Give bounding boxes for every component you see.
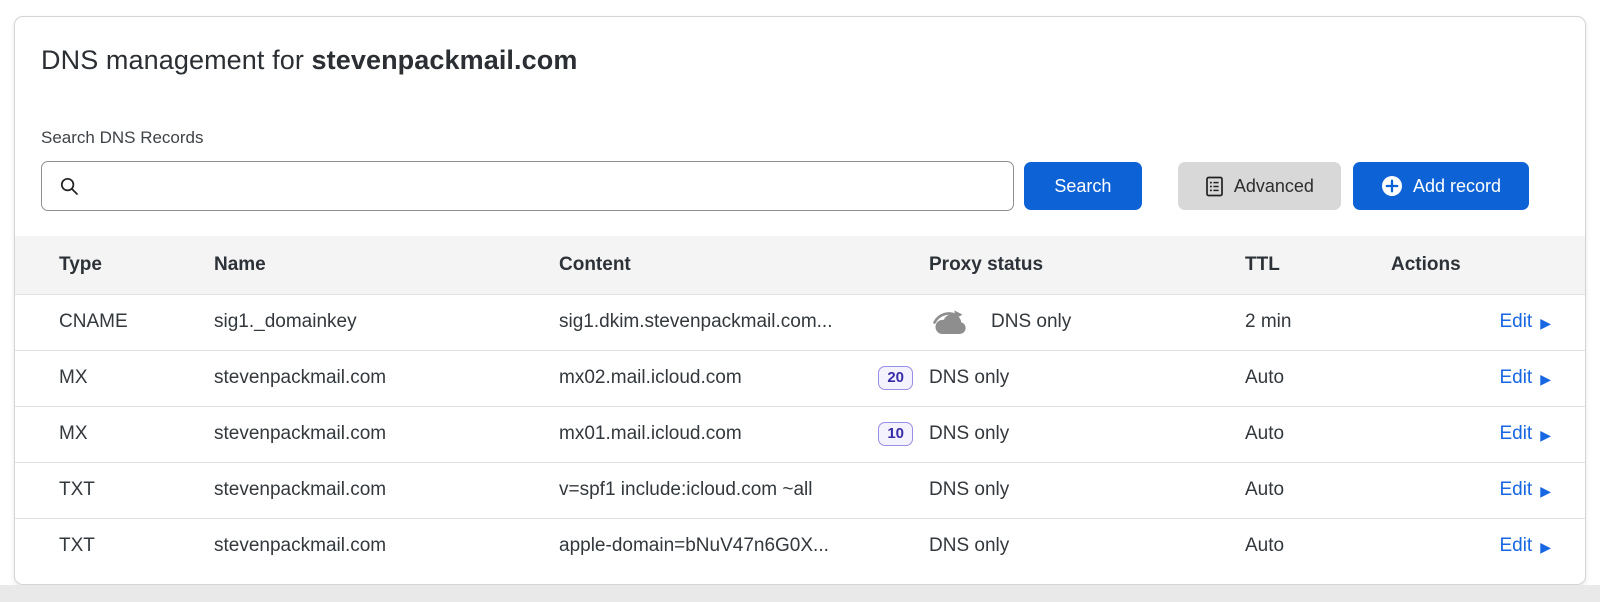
record-proxy-status-cell: DNS only	[929, 350, 1245, 406]
record-content-text: mx01.mail.icloud.com	[559, 423, 742, 445]
edit-caret-icon: ▶	[1540, 484, 1551, 498]
magnifier-icon	[59, 176, 80, 197]
search-toolbar: Search Advanced	[41, 161, 1559, 211]
proxy-status-text: DNS only	[929, 479, 1009, 501]
record-type-cell: CNAME	[15, 294, 214, 350]
plus-circle-icon	[1381, 175, 1403, 197]
record-content-cell: apple-domain=bNuV47n6G0X...	[559, 518, 929, 574]
edit-link-label: Edit	[1499, 423, 1532, 445]
record-actions-cell: Edit ▶	[1391, 518, 1585, 574]
proxy-status-text: DNS only	[991, 311, 1071, 333]
search-input[interactable]	[80, 162, 1013, 210]
record-content-text: apple-domain=bNuV47n6G0X...	[559, 535, 829, 557]
column-header-actions: Actions	[1391, 236, 1585, 294]
record-content-text: v=spf1 include:icloud.com ~all	[559, 479, 812, 501]
record-ttl-cell: Auto	[1245, 406, 1391, 462]
record-content-cell: mx01.mail.icloud.com 10	[559, 406, 929, 462]
record-proxy-status-cell: DNS only	[929, 406, 1245, 462]
table-row: MX stevenpackmail.com mx01.mail.icloud.c…	[15, 406, 1585, 462]
edit-caret-icon: ▶	[1540, 428, 1551, 442]
record-content-text: sig1.dkim.stevenpackmail.com...	[559, 311, 833, 333]
mx-priority-badge: 20	[878, 366, 913, 391]
record-content-cell: sig1.dkim.stevenpackmail.com...	[559, 294, 929, 350]
record-proxy-status-cell: DNS only	[929, 294, 1245, 350]
add-record-button[interactable]: Add record	[1353, 162, 1529, 210]
dns-table-body: CNAME sig1._domainkey sig1.dkim.stevenpa…	[15, 294, 1585, 574]
record-type-cell: TXT	[15, 518, 214, 574]
record-type-cell: MX	[15, 406, 214, 462]
edit-record-link[interactable]: Edit ▶	[1499, 535, 1551, 557]
record-type-cell: MX	[15, 350, 214, 406]
record-proxy-status-cell: DNS only	[929, 462, 1245, 518]
column-header-name: Name	[214, 236, 559, 294]
table-header-row: Type Name Content Proxy status TTL Actio…	[15, 236, 1585, 294]
column-header-ttl: TTL	[1245, 236, 1391, 294]
table-row: TXT stevenpackmail.com v=spf1 include:ic…	[15, 462, 1585, 518]
record-name-cell: stevenpackmail.com	[214, 518, 559, 574]
page-title-domain: stevenpackmail.com	[312, 45, 578, 75]
record-actions-cell: Edit ▶	[1391, 462, 1585, 518]
edit-caret-icon: ▶	[1540, 540, 1551, 554]
page-title-prefix: DNS management for	[41, 45, 312, 75]
proxy-status-text: DNS only	[929, 423, 1009, 445]
column-header-type: Type	[15, 236, 214, 294]
advanced-button[interactable]: Advanced	[1178, 162, 1341, 210]
edit-record-link[interactable]: Edit ▶	[1499, 423, 1551, 445]
dns-only-cloud-icon	[929, 307, 973, 337]
edit-link-label: Edit	[1499, 367, 1532, 389]
edit-link-label: Edit	[1499, 479, 1532, 501]
list-document-icon	[1205, 176, 1224, 197]
record-content-cell: mx02.mail.icloud.com 20	[559, 350, 929, 406]
column-header-proxy-status: Proxy status	[929, 236, 1245, 294]
edit-record-link[interactable]: Edit ▶	[1499, 479, 1551, 501]
record-content-text: mx02.mail.icloud.com	[559, 367, 742, 389]
search-button[interactable]: Search	[1024, 162, 1142, 210]
record-name-cell: stevenpackmail.com	[214, 406, 559, 462]
page-title: DNS management for stevenpackmail.com	[41, 45, 1559, 76]
table-row: TXT stevenpackmail.com apple-domain=bNuV…	[15, 518, 1585, 574]
page-background-strip	[0, 585, 1600, 602]
table-row: MX stevenpackmail.com mx02.mail.icloud.c…	[15, 350, 1585, 406]
edit-caret-icon: ▶	[1540, 316, 1551, 330]
record-proxy-status-cell: DNS only	[929, 518, 1245, 574]
record-ttl-cell: Auto	[1245, 350, 1391, 406]
record-actions-cell: Edit ▶	[1391, 406, 1585, 462]
edit-link-label: Edit	[1499, 535, 1532, 557]
edit-link-label: Edit	[1499, 311, 1532, 333]
record-actions-cell: Edit ▶	[1391, 294, 1585, 350]
search-label: Search DNS Records	[41, 128, 1559, 148]
advanced-button-label: Advanced	[1234, 177, 1314, 195]
record-name-cell: stevenpackmail.com	[214, 350, 559, 406]
proxy-status-text: DNS only	[929, 367, 1009, 389]
dns-records-table: Type Name Content Proxy status TTL Actio…	[15, 236, 1585, 574]
table-row: CNAME sig1._domainkey sig1.dkim.stevenpa…	[15, 294, 1585, 350]
dns-management-card: DNS management for stevenpackmail.com Se…	[14, 16, 1586, 585]
edit-record-link[interactable]: Edit ▶	[1499, 367, 1551, 389]
record-actions-cell: Edit ▶	[1391, 350, 1585, 406]
search-input-wrapper[interactable]	[41, 161, 1014, 211]
mx-priority-badge: 10	[878, 422, 913, 447]
record-name-cell: sig1._domainkey	[214, 294, 559, 350]
record-content-cell: v=spf1 include:icloud.com ~all	[559, 462, 929, 518]
add-record-button-label: Add record	[1413, 177, 1501, 195]
record-ttl-cell: 2 min	[1245, 294, 1391, 350]
column-header-content: Content	[559, 236, 929, 294]
edit-record-link[interactable]: Edit ▶	[1499, 311, 1551, 333]
record-ttl-cell: Auto	[1245, 518, 1391, 574]
record-name-cell: stevenpackmail.com	[214, 462, 559, 518]
record-type-cell: TXT	[15, 462, 214, 518]
record-ttl-cell: Auto	[1245, 462, 1391, 518]
proxy-status-text: DNS only	[929, 535, 1009, 557]
edit-caret-icon: ▶	[1540, 372, 1551, 386]
